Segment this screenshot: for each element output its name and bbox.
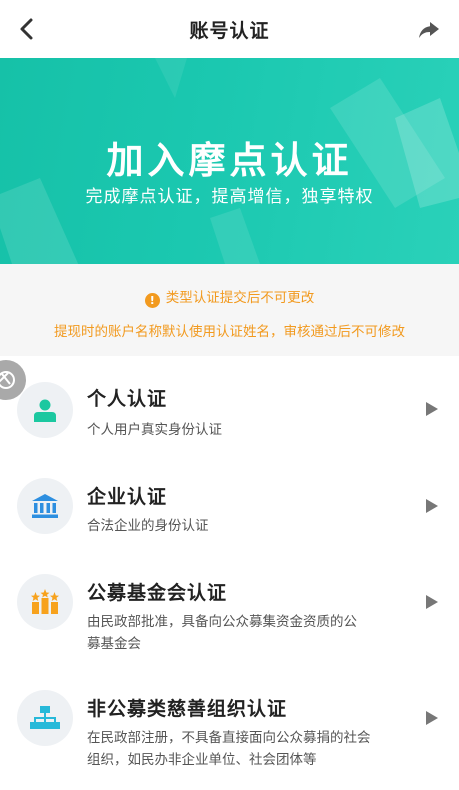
item-desc: 由民政部批准，具备向公众募集资金资质的公募基金会 — [87, 614, 357, 652]
item-desc: 在民政部注册，不具备直接面向公众募捐的社会组织，如民办非企业单位、社会团体等 — [87, 730, 371, 768]
chevron-right-icon — [426, 402, 438, 416]
icon-badge — [17, 382, 73, 438]
page-title: 账号认证 — [189, 19, 270, 42]
banner-title: 加入摩点认证 — [106, 139, 353, 182]
chevron-right-icon — [426, 711, 438, 725]
item-desc: 个人用户真实身份认证 — [87, 422, 222, 438]
share-button[interactable] — [417, 18, 441, 42]
org-chart-icon — [30, 706, 60, 729]
list-item-public-foundation[interactable]: 公募基金会认证 由民政部批准，具备向公众募集资金资质的公募基金会 — [0, 548, 459, 664]
item-title: 公募基金会认证 — [87, 582, 228, 604]
foundation-icon — [31, 589, 59, 614]
banner-subtitle: 完成摩点认证，提高增信，独享特权 — [85, 187, 374, 207]
chevron-right-icon — [426, 595, 438, 609]
list-item-enterprise[interactable]: 企业认证 合法企业的身份认证 — [0, 452, 459, 548]
list-item-charity-organization[interactable]: 非公募类慈善组织认证 在民政部注册，不具备直接面向公众募捐的社会组织，如民办非企… — [0, 664, 459, 790]
item-title: 非公募类慈善组织认证 — [87, 698, 288, 720]
bank-icon — [32, 494, 58, 518]
notice-text-1: 类型认证提交后不可更改 — [165, 290, 315, 306]
icon-badge — [17, 574, 73, 630]
notice-line-2: 提现时的账户名称默认使用认证姓名，审核通过后不可修改 — [54, 324, 405, 340]
item-desc: 合法企业的身份认证 — [87, 518, 209, 534]
icon-badge — [17, 478, 73, 534]
item-title: 个人认证 — [87, 388, 168, 410]
chevron-left-icon — [20, 18, 33, 40]
chevron-right-icon — [426, 499, 438, 513]
share-arrow-icon — [419, 22, 439, 38]
hero-banner: 加入摩点认证 完成摩点认证，提高增信，独享特权 — [0, 58, 459, 264]
back-button[interactable] — [16, 17, 40, 41]
warning-icon: ! — [144, 293, 160, 308]
icon-badge — [17, 690, 73, 746]
item-title: 企业认证 — [87, 486, 168, 508]
nav-bar: 账号认证 — [0, 0, 459, 58]
person-icon — [34, 399, 56, 422]
notice-panel: ! 类型认证提交后不可更改 提现时的账户名称默认使用认证姓名，审核通过后不可修改 — [0, 264, 459, 356]
notice-line-1: ! 类型认证提交后不可更改 — [0, 286, 459, 308]
list-item-personal[interactable]: 个人认证 个人用户真实身份认证 — [0, 356, 459, 452]
